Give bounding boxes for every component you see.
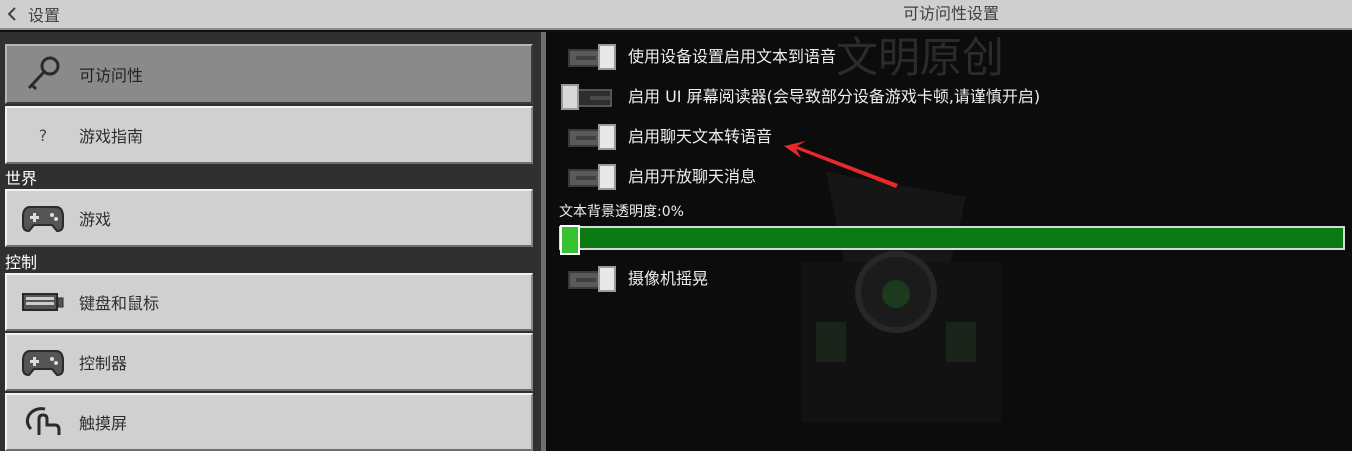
sidebar-item-label: 触摸屏: [79, 414, 128, 433]
sidebar-item-label: 键盘和鼠标: [79, 294, 160, 313]
toggle-open-chat-messages[interactable]: [568, 164, 616, 190]
sidebar-item-game[interactable]: 游戏: [5, 189, 533, 247]
toggle-device-tts[interactable]: [568, 44, 616, 70]
sidebar-item-keyboard-mouse[interactable]: 键盘和鼠标: [5, 273, 533, 331]
toggle-chat-tts[interactable]: [568, 124, 616, 150]
key-icon: [21, 55, 65, 93]
sidebar-item-label: 游戏指南: [79, 127, 144, 146]
touch-icon: [21, 403, 65, 441]
option-label: 启用开放聊天消息: [628, 167, 757, 186]
sidebar-item-how-to-play[interactable]: ? 游戏指南: [5, 106, 533, 164]
sidebar-item-label: 游戏: [79, 210, 112, 229]
sidebar-item-label: 可访问性: [79, 66, 144, 85]
chevron-left-icon: [7, 7, 16, 21]
slider-thumb[interactable]: [560, 225, 580, 255]
back-label: 设置: [28, 6, 61, 25]
sidebar-item-accessibility[interactable]: 可访问性: [5, 44, 533, 104]
toggle-camera-shake[interactable]: [568, 266, 616, 292]
keyboard-icon: [21, 283, 65, 321]
sidebar-item-controller[interactable]: 控制器: [5, 333, 533, 391]
sidebar-item-touch[interactable]: 触摸屏: [5, 393, 533, 451]
accessibility-settings-panel: 文明原创 使用设备设置启用文本到语音 启用 UI 屏幕阅读器(会导致部分设备游戏…: [546, 32, 1352, 451]
question-icon: ?: [38, 125, 48, 145]
text-background-opacity-label: 文本背景透明度:0%: [559, 204, 684, 220]
gamepad-icon: [21, 199, 65, 237]
section-title-controls: 控制: [5, 253, 38, 272]
option-label: 摄像机摇晃: [628, 269, 709, 288]
option-label: 启用聊天文本转语音: [628, 127, 773, 146]
sidebar-item-label: 控制器: [79, 354, 128, 373]
svg-text:文明原创: 文明原创: [836, 33, 1004, 82]
back-button[interactable]: 设置: [6, 3, 60, 25]
page-title: 可访问性设置: [903, 4, 1000, 23]
toggle-ui-screen-reader[interactable]: [561, 84, 614, 110]
section-title-world: 世界: [5, 169, 38, 188]
option-label: 使用设备设置启用文本到语音: [628, 47, 837, 66]
top-bar: 设置 可访问性设置: [0, 0, 1352, 30]
option-label: 启用 UI 屏幕阅读器(会导致部分设备游戏卡顿,请谨慎开启): [628, 87, 1041, 106]
gamepad-icon: [21, 343, 65, 381]
text-background-opacity-slider[interactable]: [559, 225, 1345, 255]
